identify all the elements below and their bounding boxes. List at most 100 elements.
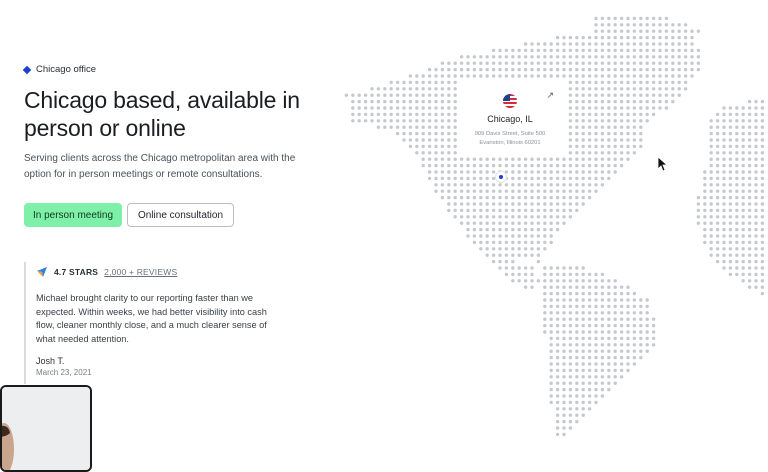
map-dot xyxy=(440,99,445,104)
location-card[interactable]: ↗ Chicago, IL 909 Davis Street, Suite 50… xyxy=(460,86,560,154)
map-dot xyxy=(517,202,521,206)
map-dot xyxy=(715,215,720,219)
map-dot xyxy=(632,35,637,40)
reviews-link[interactable]: 2,000 + REVIEWS xyxy=(104,267,177,277)
map-dot xyxy=(594,375,598,379)
map-dot xyxy=(440,183,445,187)
map-dot xyxy=(568,106,573,110)
map-dot xyxy=(747,253,752,257)
map-dot xyxy=(555,330,560,334)
map-dot xyxy=(562,407,566,411)
map-dot xyxy=(651,61,656,65)
map-dot xyxy=(581,125,585,129)
map-dot xyxy=(651,93,656,97)
map-dot xyxy=(626,23,630,27)
map-dot xyxy=(760,291,765,296)
map-dot xyxy=(562,55,566,59)
map-dot xyxy=(741,138,745,142)
map-dot xyxy=(722,163,726,168)
map-dot xyxy=(466,215,470,219)
map-dot xyxy=(619,16,624,21)
map-dot xyxy=(440,93,445,97)
map-dot xyxy=(395,131,400,136)
map-dot xyxy=(434,189,438,193)
map-dot xyxy=(735,183,739,187)
map-dot xyxy=(690,29,694,33)
map-dot xyxy=(517,48,521,53)
map-dot xyxy=(536,240,541,245)
map-dot xyxy=(498,247,502,251)
map-dot xyxy=(568,279,573,283)
map-dot xyxy=(447,176,451,181)
map-dot xyxy=(600,99,605,104)
map-dot xyxy=(715,227,720,232)
map-dot xyxy=(562,157,566,161)
map-dot xyxy=(568,112,573,117)
map-dot xyxy=(587,368,592,373)
map-dot xyxy=(536,208,541,213)
map-dot xyxy=(568,343,573,347)
map-dot xyxy=(581,407,585,411)
map-dot xyxy=(587,298,592,302)
map-dot xyxy=(568,183,573,187)
map-dot xyxy=(434,99,438,104)
map-dot xyxy=(491,170,496,174)
map-dot xyxy=(402,99,406,104)
map-dot xyxy=(728,138,733,142)
map-dot xyxy=(639,330,643,334)
map-dot xyxy=(568,291,573,296)
map-dot xyxy=(581,362,585,366)
map-dot xyxy=(632,119,637,123)
map-dot xyxy=(485,67,489,72)
map-dot xyxy=(626,304,630,309)
map-dot xyxy=(511,157,515,161)
map-dot xyxy=(715,234,720,238)
online-consultation-button[interactable]: Online consultation xyxy=(127,203,234,227)
map-dot xyxy=(587,291,592,296)
map-dot xyxy=(511,176,515,181)
map-dot xyxy=(722,227,726,232)
map-dot xyxy=(747,259,752,264)
map-dot xyxy=(472,215,477,219)
map-dot xyxy=(543,291,547,296)
map-dot xyxy=(581,131,585,136)
map-dot xyxy=(549,183,553,187)
map-dot xyxy=(632,80,637,85)
map-dot xyxy=(383,93,387,97)
map-dot xyxy=(664,23,669,27)
map-dot xyxy=(491,176,496,181)
map-dot xyxy=(639,61,643,65)
map-dot xyxy=(440,119,445,123)
map-dot xyxy=(607,16,611,21)
map-dot xyxy=(671,61,675,65)
map-dot xyxy=(523,202,528,206)
map-dot xyxy=(709,131,713,136)
map-dot xyxy=(600,298,605,302)
map-dot xyxy=(549,291,553,296)
in-person-meeting-button[interactable]: In person meeting xyxy=(24,203,122,227)
map-dot xyxy=(562,362,566,366)
map-dot xyxy=(741,144,745,149)
map-dot xyxy=(511,247,515,251)
map-dot xyxy=(421,80,425,85)
map-dot xyxy=(485,240,489,245)
map-dot xyxy=(581,80,585,85)
map-dot xyxy=(619,67,624,72)
map-dot xyxy=(357,119,361,123)
map-dot xyxy=(741,208,745,213)
map-dot xyxy=(555,74,560,78)
map-dot xyxy=(683,48,688,53)
map-dot xyxy=(517,170,521,174)
map-dot xyxy=(735,202,739,206)
external-link-icon[interactable]: ↗ xyxy=(546,90,554,101)
map-dot xyxy=(530,157,534,161)
map-dot xyxy=(575,387,579,392)
map-dot xyxy=(415,144,419,149)
map-dot xyxy=(587,74,592,78)
map-dot xyxy=(568,375,573,379)
map-dot xyxy=(715,157,720,161)
map-dot xyxy=(453,125,457,129)
map-dot xyxy=(485,74,489,78)
map-dot xyxy=(594,42,598,46)
chicago-map-pin[interactable] xyxy=(496,172,506,182)
